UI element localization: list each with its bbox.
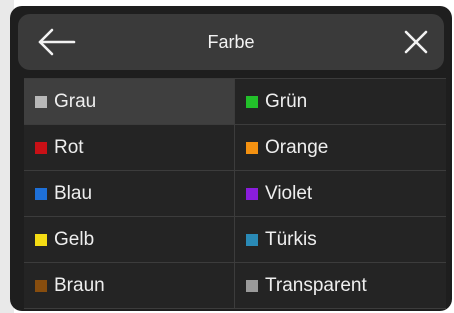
color-option-label: Orange xyxy=(265,136,329,158)
color-option-tuerkis[interactable]: Türkis xyxy=(235,217,446,263)
color-swatch xyxy=(35,233,47,246)
dialog-header: Farbe xyxy=(18,14,444,70)
color-swatch xyxy=(246,141,258,154)
color-option-label: Grau xyxy=(54,90,97,112)
color-option-transparent[interactable]: Transparent xyxy=(235,263,446,309)
dialog-title: Farbe xyxy=(207,32,255,52)
color-swatch xyxy=(246,279,258,292)
color-option-rot[interactable]: Rot xyxy=(24,125,235,171)
color-option-label: Violet xyxy=(265,182,313,204)
color-option-violet[interactable]: Violet xyxy=(235,171,446,217)
color-option-label: Braun xyxy=(54,274,105,296)
color-option-gelb[interactable]: Gelb xyxy=(24,217,235,263)
color-swatch xyxy=(246,95,258,108)
color-option-label: Gelb xyxy=(54,228,95,250)
color-option-gruen[interactable]: Grün xyxy=(235,79,446,125)
color-option-orange[interactable]: Orange xyxy=(235,125,446,171)
color-option-blau[interactable]: Blau xyxy=(24,171,235,217)
color-picker-dialog: Farbe Grau Grün Rot Orange Blau Violet G… xyxy=(10,6,452,311)
close-icon xyxy=(404,30,428,54)
color-option-label: Türkis xyxy=(265,228,317,250)
color-swatch xyxy=(246,233,258,246)
color-swatch xyxy=(35,141,47,154)
color-swatch xyxy=(35,95,47,108)
color-option-label: Blau xyxy=(54,182,93,204)
color-option-braun[interactable]: Braun xyxy=(24,263,235,309)
color-option-grau[interactable]: Grau xyxy=(24,79,235,125)
color-swatch xyxy=(35,187,47,200)
color-option-label: Transparent xyxy=(265,274,367,296)
color-swatch xyxy=(35,279,47,292)
color-option-label: Grün xyxy=(265,90,308,112)
color-swatch xyxy=(246,187,258,200)
close-button[interactable] xyxy=(398,24,434,60)
color-option-label: Rot xyxy=(54,136,84,158)
color-options-grid: Grau Grün Rot Orange Blau Violet Gelb Tü… xyxy=(24,78,446,309)
